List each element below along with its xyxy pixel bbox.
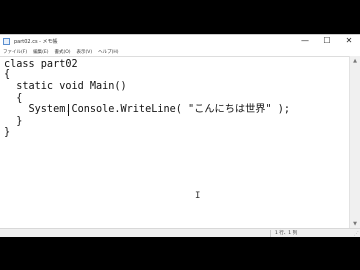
- menu-view[interactable]: 表示(V): [74, 49, 96, 55]
- text-cursor-icon: I: [195, 191, 201, 201]
- code-line: {: [4, 69, 11, 80]
- scroll-up-icon[interactable]: ▲: [350, 56, 360, 65]
- resize-grip-icon[interactable]: ⋰: [354, 231, 359, 237]
- status-divider: [270, 230, 271, 237]
- window-title: part02.cs - メモ帳: [14, 38, 58, 45]
- minimize-button[interactable]: —: [294, 35, 316, 47]
- status-bar: 1 行、1 列 ⋰: [0, 228, 360, 237]
- vertical-scrollbar[interactable]: ▲ ▼: [349, 56, 360, 228]
- code-line: static void Main(): [4, 81, 127, 92]
- cursor-position: 1 行、1 列: [275, 231, 298, 236]
- menu-help[interactable]: ヘルプ(H): [95, 49, 121, 55]
- window-controls: — ☐ ✕: [294, 35, 360, 47]
- menu-file[interactable]: ファイル(F): [0, 49, 30, 55]
- notepad-window: part02.cs - メモ帳 — ☐ ✕ ファイル(F) 編集(E) 書式(O…: [0, 34, 360, 237]
- menu-edit[interactable]: 編集(E): [30, 49, 51, 55]
- text-caret: [68, 104, 69, 116]
- text-editor-area[interactable]: class part02 { static void Main() { Syst…: [0, 56, 349, 229]
- code-line: System.Console.WriteLine( "こんにちは世界" );: [4, 104, 290, 115]
- close-button[interactable]: ✕: [338, 35, 360, 47]
- title-bar[interactable]: part02.cs - メモ帳 — ☐ ✕: [0, 35, 360, 47]
- code-line: class part02: [4, 59, 78, 70]
- menu-format[interactable]: 書式(O): [51, 49, 73, 55]
- scroll-down-icon[interactable]: ▼: [350, 219, 360, 228]
- maximize-button[interactable]: ☐: [316, 35, 338, 47]
- notepad-icon: [3, 37, 10, 45]
- code-line: }: [4, 127, 11, 138]
- menu-bar: ファイル(F) 編集(E) 書式(O) 表示(V) ヘルプ(H): [0, 47, 360, 56]
